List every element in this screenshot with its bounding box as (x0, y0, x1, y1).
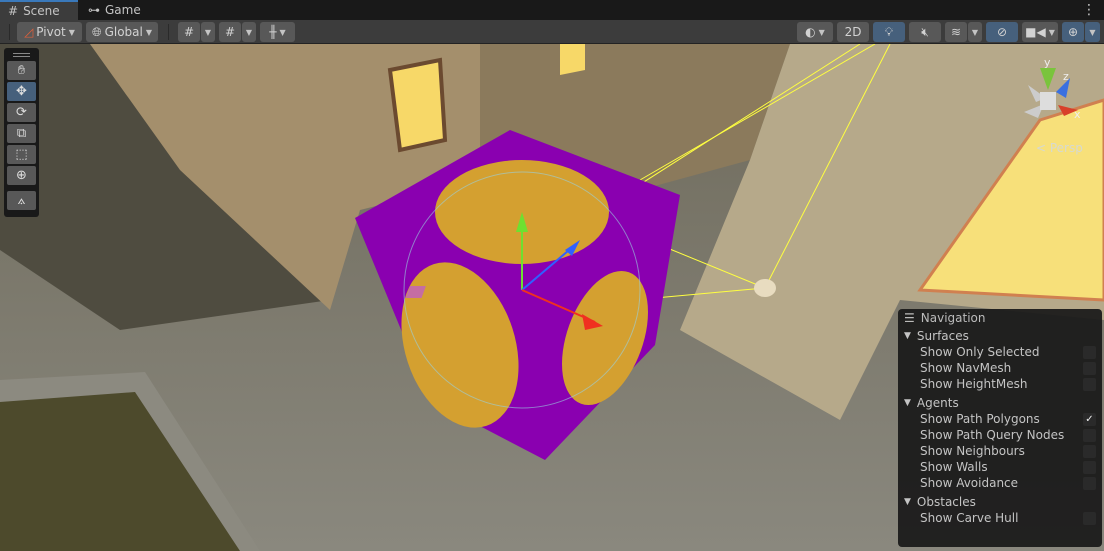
grid-dropdown[interactable]: ▼ (201, 22, 215, 42)
chevron-down-icon: ▼ (1048, 27, 1055, 37)
grid-snap-button[interactable]: # (219, 22, 241, 42)
nav-option: Show HeightMesh (904, 376, 1096, 392)
snap-dropdown[interactable]: ▼ (242, 22, 256, 42)
tools-overlay: ✋︎ ✥ ⟳ ⧉ ⬚ ⊕ ⟑ (4, 48, 39, 217)
gizmo-x-label: x (1074, 108, 1081, 121)
camera-icon: ■◀ (1025, 25, 1046, 39)
divider (9, 24, 10, 40)
chevron-down-icon: ▼ (1089, 27, 1096, 37)
navigation-header[interactable]: ☰ Navigation (904, 311, 1096, 325)
move-tool-button[interactable]: ✥ (7, 82, 36, 101)
rect-icon: ⬚ (15, 147, 28, 162)
gizmo-z-label: z (1063, 70, 1069, 83)
global-dropdown[interactable]: 🌐︎ Global ▼ (86, 22, 158, 42)
grid-icon: # (8, 4, 19, 18)
mute-icon: 🔇︎ (921, 24, 929, 39)
hand-tool-button[interactable]: ✋︎ (7, 61, 36, 80)
nav-group-surfaces[interactable]: ▼ Surfaces (904, 327, 1096, 344)
lightbulb-icon: 💡︎ (884, 24, 894, 39)
checkbox[interactable] (1083, 444, 1096, 458)
transform-tool-button[interactable]: ⊕ (7, 166, 36, 185)
nav-group-agents[interactable]: ▼ Agents (904, 394, 1096, 411)
pivot-dropdown[interactable]: ◿ Pivot ▼ (17, 22, 82, 42)
increment-snap-dropdown[interactable]: ╫ ▼ (260, 22, 295, 42)
checkbox[interactable] (1083, 511, 1096, 525)
layers-icon: ≋ (950, 25, 962, 39)
checkbox[interactable] (1083, 476, 1096, 490)
chevron-down-icon: ▼ (245, 27, 253, 37)
nav-group-obstacles[interactable]: ▼ Obstacles (904, 493, 1096, 510)
gizmo-y-label: y (1044, 56, 1051, 69)
rotate-icon: ⟳ (16, 105, 27, 120)
ruler-icon: ╫ (269, 25, 277, 39)
transform-icon: ⊕ (16, 168, 27, 183)
custom-tool-button[interactable]: ⟑ (7, 191, 36, 210)
triangle-down-icon: ▼ (904, 496, 911, 507)
effects-dropdown[interactable]: ▼ (968, 22, 982, 42)
chevron-down-icon: ▼ (818, 27, 825, 37)
triangle-down-icon: ▼ (904, 330, 911, 341)
snap-icon: # (224, 25, 236, 39)
tab-game[interactable]: ⊶ Game (80, 0, 149, 20)
nav-option: Show Walls (904, 459, 1096, 475)
nav-option: Show Avoidance (904, 475, 1096, 491)
tab-scene[interactable]: # Scene (0, 0, 78, 20)
nav-option: Show Carve Hull (904, 510, 1096, 526)
grid-visibility-button[interactable]: # (178, 22, 200, 42)
rect-tool-button[interactable]: ⬚ (7, 145, 36, 164)
grid-icon: # (183, 25, 195, 39)
navigation-overlay: ☰ Navigation ▼ Surfaces Show Only Selected S… (898, 309, 1102, 547)
chevron-down-icon: ▼ (971, 27, 979, 37)
projection-label[interactable]: < Persp (1036, 141, 1083, 155)
chevron-down-icon: ▼ (204, 27, 212, 37)
gizmo-icon: ⊕ (1067, 25, 1079, 39)
hidden-objects-toggle[interactable]: ⊘ (986, 22, 1018, 42)
hand-icon: ✋︎ (17, 63, 26, 78)
checkbox[interactable] (1083, 428, 1096, 442)
chevron-down-icon: ▼ (279, 27, 286, 37)
gizmos-dropdown[interactable]: ▼ (1085, 22, 1100, 42)
move-icon: ✥ (16, 84, 27, 99)
checkbox[interactable]: ✓ (1083, 412, 1096, 426)
scale-tool-button[interactable]: ⧉ (7, 124, 36, 143)
nav-option: Show Path Query Nodes (904, 427, 1096, 443)
effects-toggle[interactable]: ≋ (945, 22, 967, 42)
camera-dropdown[interactable]: ■◀ ▼ (1022, 22, 1058, 42)
checkbox[interactable] (1083, 345, 1096, 359)
nav-option: Show Path Polygons ✓ (904, 411, 1096, 427)
lighting-toggle[interactable]: 💡︎ (873, 22, 905, 42)
gamepad-icon: ⊶ (88, 3, 100, 17)
draw-mode-dropdown[interactable]: ◐ ▼ (797, 22, 833, 42)
tab-bar: # Scene ⊶ Game ⋮ (0, 0, 1104, 20)
eye-slash-icon: ⊘ (996, 25, 1008, 39)
chevron-down-icon: ▼ (145, 27, 153, 37)
checkbox[interactable] (1083, 377, 1096, 391)
divider (168, 24, 169, 40)
checkbox[interactable] (1083, 460, 1096, 474)
drag-handle[interactable] (13, 53, 30, 57)
pivot-icon: ◿ (24, 25, 34, 39)
nav-option: Show Neighbours (904, 443, 1096, 459)
shading-icon: ◐ (805, 25, 816, 39)
nav-option: Show NavMesh (904, 360, 1096, 376)
chevron-down-icon: ▼ (68, 27, 75, 37)
path-icon: ⟑ (17, 193, 26, 208)
drag-handle-icon: ☰ (904, 311, 915, 325)
scene-toolbar: ◿ Pivot ▼ 🌐︎ Global ▼ # ▼ # ▼ ╫ ▼ ◐ ▼ 2D 💡︎ 🔇︎… (0, 20, 1104, 44)
nav-option: Show Only Selected (904, 344, 1096, 360)
globe-icon: 🌐︎ (91, 24, 102, 39)
audio-toggle[interactable]: 🔇︎ (909, 22, 941, 42)
scale-icon: ⧉ (16, 126, 27, 141)
checkbox[interactable] (1083, 361, 1096, 375)
gizmos-toggle[interactable]: ⊕ (1062, 22, 1084, 42)
rotate-tool-button[interactable]: ⟳ (7, 103, 36, 122)
more-options-icon[interactable]: ⋮ (1082, 2, 1096, 18)
triangle-down-icon: ▼ (904, 397, 911, 408)
2d-toggle[interactable]: 2D (837, 22, 869, 42)
